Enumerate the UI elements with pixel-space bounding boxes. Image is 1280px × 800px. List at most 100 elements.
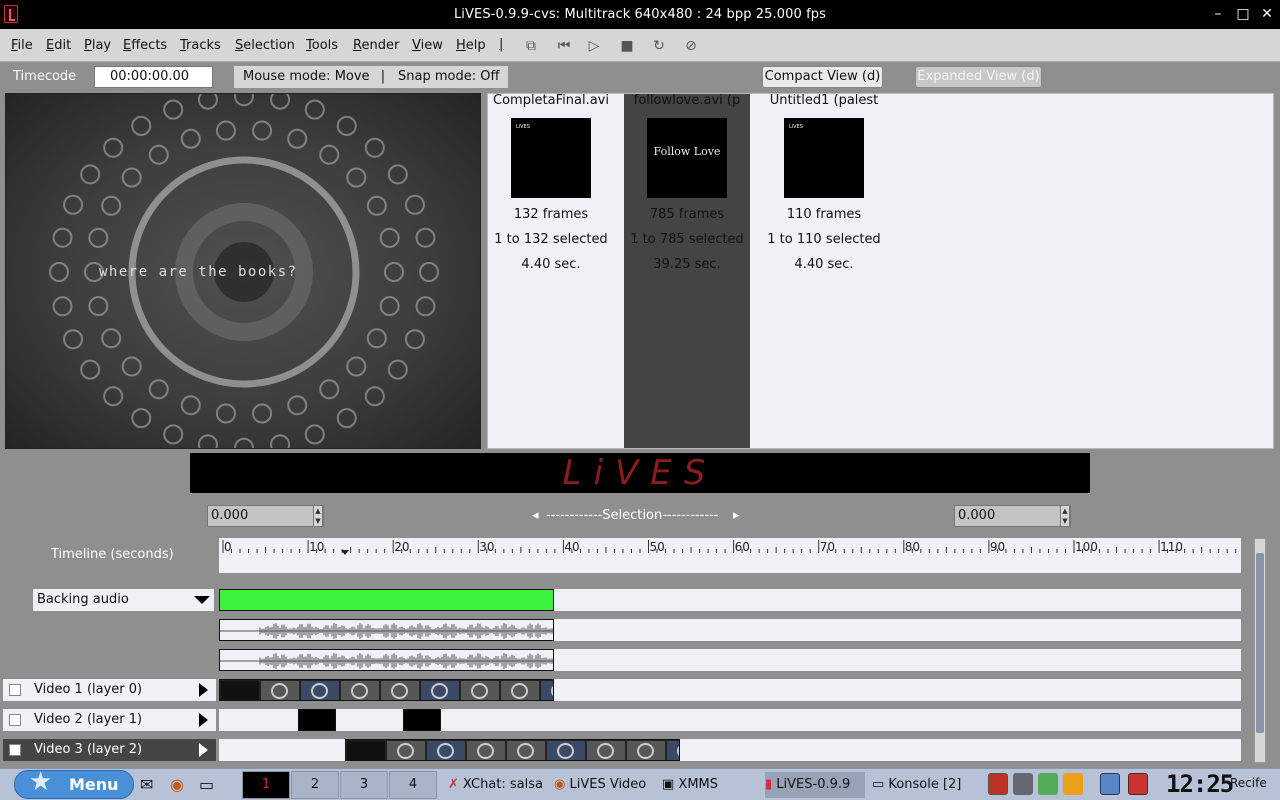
clip-frames: 132 frames bbox=[513, 207, 589, 222]
desktop-1[interactable]: 1 bbox=[242, 771, 290, 799]
selection-end-spinner[interactable]: ▲ ▼ bbox=[1060, 505, 1070, 527]
task-lives-active[interactable]: ▮ LiVES-0.9.9 bbox=[765, 772, 865, 798]
menu-effects[interactable]: Effects bbox=[123, 38, 167, 53]
lives-logo: LiVES bbox=[562, 453, 718, 493]
audio-block[interactable] bbox=[219, 589, 554, 611]
mute-icon[interactable]: ⊘ bbox=[681, 37, 701, 55]
menu-tracks[interactable]: Tracks bbox=[180, 38, 221, 53]
video-track-2[interactable] bbox=[219, 709, 1241, 731]
task-lives-video-label: LiVES Video bbox=[569, 777, 647, 792]
lives-app-icon[interactable] bbox=[4, 5, 18, 23]
video-block[interactable] bbox=[298, 709, 336, 731]
terminal-icon[interactable]: ▭ bbox=[199, 772, 221, 798]
ruler-tick-label: 20 bbox=[394, 540, 410, 554]
clip-selected-range: 1 to 785 selected bbox=[630, 232, 744, 247]
video-frame-thumbnail bbox=[467, 741, 505, 760]
task-xchat[interactable]: ✗ XChat: salsa bbox=[448, 772, 546, 798]
clock: 12:25 bbox=[1166, 770, 1234, 798]
expand-track-3-icon[interactable] bbox=[199, 743, 208, 757]
play-icon[interactable]: ▷ bbox=[584, 37, 604, 55]
timecode-input[interactable]: 00:00:00.00 bbox=[94, 66, 213, 88]
video-frame-thumbnail bbox=[667, 741, 679, 760]
menu-render[interactable]: Render bbox=[353, 38, 399, 53]
clip-item[interactable]: CompletaFinal.avi LiVES 132 frames 1 to … bbox=[488, 94, 614, 448]
video-block[interactable] bbox=[345, 739, 680, 761]
timeline-scrollbar[interactable] bbox=[1254, 538, 1266, 763]
ruler-tick-label: 100 bbox=[1075, 540, 1098, 554]
video-block[interactable] bbox=[403, 709, 441, 731]
video-frame-thumbnail bbox=[261, 681, 299, 700]
ruler-tick-label: 90 bbox=[989, 540, 1006, 554]
video-track-3-header[interactable]: Video 3 (layer 2) bbox=[3, 739, 216, 761]
expanded-view-button[interactable]: Expanded View (d) bbox=[915, 66, 1042, 88]
menu-file[interactable]: File bbox=[11, 38, 33, 53]
thumb-text: Follow Love bbox=[653, 145, 721, 158]
loop-icon[interactable]: ↻ bbox=[649, 37, 669, 55]
rewind-icon[interactable]: ⏮ bbox=[554, 37, 574, 55]
selection-start-input[interactable]: 0.000 bbox=[207, 505, 324, 527]
ruler-tick-label: 0 bbox=[224, 540, 232, 554]
task-lives-video[interactable]: ◉ LiVES Video bbox=[554, 772, 654, 798]
track-1-checkbox[interactable] bbox=[9, 684, 21, 696]
network-icon[interactable] bbox=[1013, 773, 1033, 795]
clip-list: CompletaFinal.avi LiVES 132 frames 1 to … bbox=[487, 93, 1274, 449]
video-block[interactable] bbox=[219, 679, 554, 701]
track-2-checkbox[interactable] bbox=[9, 714, 21, 726]
desktop-4[interactable]: 4 bbox=[389, 771, 437, 799]
task-lives-active-label: LiVES-0.9.9 bbox=[776, 777, 851, 792]
timeline-ruler[interactable]: 0 10 20 30 40 50 60 70 80 90 100 110 bbox=[219, 538, 1241, 573]
stop-icon[interactable]: ■ bbox=[617, 37, 637, 55]
firefox-icon[interactable]: ◉ bbox=[170, 772, 192, 798]
keyboard-layout-icon[interactable] bbox=[988, 773, 1008, 795]
selection-start-spinner[interactable]: ▲ ▼ bbox=[313, 505, 323, 527]
mail-icon[interactable]: ✉ bbox=[140, 772, 164, 798]
video-frame-thumbnail bbox=[421, 681, 459, 700]
task-xmms[interactable]: ▣ XMMS bbox=[662, 772, 752, 798]
menu-selection[interactable]: Selection bbox=[235, 38, 295, 53]
lock-icon[interactable] bbox=[1100, 773, 1120, 795]
backing-audio-select[interactable]: Backing audio bbox=[33, 589, 214, 611]
menu-tools[interactable]: Tools bbox=[306, 38, 338, 53]
window-title: LiVES-0.9.9-cvs: Multitrack 640x480 : 24… bbox=[453, 7, 827, 22]
waveform-right bbox=[219, 649, 554, 671]
clip-selected-range: 1 to 110 selected bbox=[767, 232, 881, 247]
video-track-1-header[interactable]: Video 1 (layer 0) bbox=[3, 679, 216, 701]
desktop-3[interactable]: 3 bbox=[340, 771, 388, 799]
minimize-icon[interactable]: – bbox=[1208, 4, 1228, 24]
clip-thumbnail: Follow Love bbox=[647, 118, 727, 198]
menu-help[interactable]: Help bbox=[456, 38, 486, 53]
desktop-2[interactable]: 2 bbox=[291, 771, 339, 799]
snap-mode-label[interactable]: Snap mode: Off bbox=[389, 66, 509, 88]
clip-item-selected[interactable]: followlove.avi (p Follow Love 785 frames… bbox=[624, 94, 750, 448]
mouse-mode-label[interactable]: Mouse mode: Move bbox=[234, 66, 379, 88]
close-icon[interactable]: ✕ bbox=[1257, 4, 1277, 24]
scrollbar-thumb[interactable] bbox=[1256, 553, 1264, 733]
maximize-icon[interactable]: □ bbox=[1233, 4, 1253, 24]
start-menu-button[interactable]: ★ Menu bbox=[14, 769, 134, 799]
track-3-checkbox[interactable] bbox=[9, 744, 21, 756]
toolbar-separator: | bbox=[499, 37, 504, 52]
video-frame-thumbnail bbox=[587, 741, 625, 760]
menu-play[interactable]: Play bbox=[84, 38, 111, 53]
clock-location: Recife bbox=[1230, 776, 1267, 790]
clip-editor-icon[interactable]: ⧉ bbox=[521, 37, 541, 55]
menu-view[interactable]: View bbox=[412, 38, 443, 53]
power-icon[interactable] bbox=[1128, 773, 1148, 795]
video-track-1-label: Video 1 (layer 0) bbox=[34, 682, 143, 697]
task-konsole[interactable]: ▭ Konsole [2] bbox=[872, 772, 972, 798]
clip-duration: 39.25 sec. bbox=[653, 257, 721, 272]
expand-track-1-icon[interactable] bbox=[199, 683, 208, 697]
chat-icon[interactable] bbox=[1063, 773, 1083, 795]
updates-icon[interactable] bbox=[1038, 773, 1058, 795]
expand-track-2-icon[interactable] bbox=[199, 713, 208, 727]
selection-left-arrow-icon[interactable]: ◂ bbox=[532, 508, 539, 523]
thumb-logo: LiVES bbox=[789, 124, 803, 130]
selection-right-arrow-icon[interactable]: ▸ bbox=[733, 508, 740, 523]
compact-view-button[interactable]: Compact View (d) bbox=[762, 66, 883, 88]
preview-area[interactable]: where are the books? bbox=[5, 93, 481, 449]
selection-end-input[interactable]: 0.000 bbox=[954, 505, 1071, 527]
clip-item[interactable]: Untitled1 (palest LiVES 110 frames 1 to … bbox=[761, 94, 887, 448]
menu-edit[interactable]: Edit bbox=[46, 38, 71, 53]
video-track-2-header[interactable]: Video 2 (layer 1) bbox=[3, 709, 216, 731]
video-frame-thumbnail bbox=[347, 741, 385, 760]
